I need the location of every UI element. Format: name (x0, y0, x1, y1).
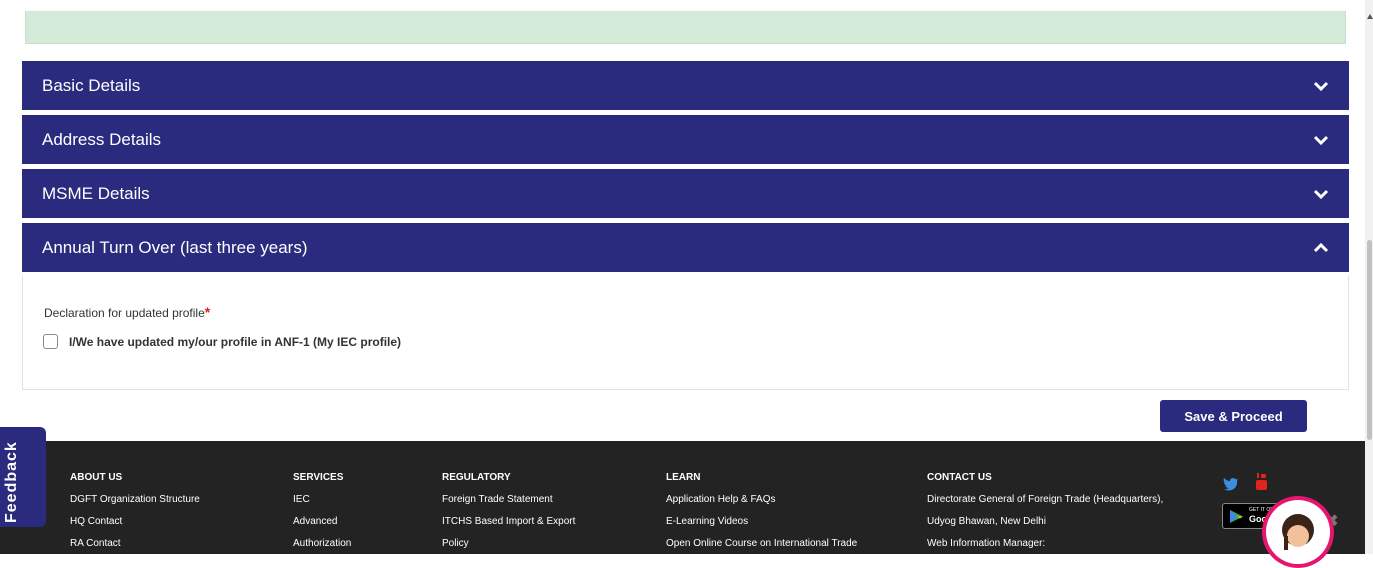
footer-col-contact: CONTACT US Directorate General of Foreig… (927, 472, 1163, 560)
footer-link[interactable]: IEC (293, 494, 351, 505)
assistant-avatar-icon (1266, 500, 1330, 564)
declaration-checkbox[interactable] (43, 334, 58, 349)
footer-col-regulatory: REGULATORY Foreign Trade Statement ITCHS… (442, 472, 575, 560)
youtube-icon[interactable] (1255, 473, 1267, 491)
site-footer: ABOUT US DGFT Organization Structure HQ … (0, 441, 1365, 554)
feedback-label: Feedback (3, 441, 20, 523)
accordion-title: Annual Turn Over (last three years) (42, 237, 308, 257)
footer-link[interactable]: Open Online Course on International Trad… (666, 538, 857, 549)
scrollbar-thumb[interactable] (1367, 240, 1372, 440)
footer-link[interactable]: E-Learning Videos (666, 516, 857, 527)
chevron-down-icon (1313, 189, 1329, 199)
required-mark: * (204, 304, 211, 320)
chevron-down-icon (1313, 135, 1329, 145)
annual-turnover-panel: Declaration for updated profile* I/We ha… (22, 276, 1349, 390)
footer-link[interactable]: RA Contact (70, 538, 200, 549)
twitter-icon[interactable] (1223, 477, 1239, 491)
footer-link[interactable]: Udyog Bhawan, New Delhi (927, 516, 1163, 527)
footer-heading: SERVICES (293, 472, 344, 483)
footer-heading: REGULATORY (442, 472, 511, 483)
declaration-label: Declaration for updated profile* (44, 304, 211, 320)
footer-link[interactable]: Application Help & FAQs (666, 494, 857, 505)
footer-heading: CONTACT US (927, 472, 992, 483)
accordion-title: Address Details (42, 129, 162, 149)
footer-link[interactable]: Policy (442, 538, 575, 549)
feedback-tab[interactable]: Feedback (0, 427, 46, 527)
footer-col-about: ABOUT US DGFT Organization Structure HQ … (70, 472, 200, 560)
footer-col-services: SERVICES IEC Advanced Authorization (293, 472, 351, 560)
accordion-msme-details[interactable]: MSME Details (22, 169, 1349, 218)
save-proceed-button[interactable]: Save & Proceed (1160, 400, 1307, 432)
footer-link[interactable]: Directorate General of Foreign Trade (He… (927, 494, 1163, 505)
accordion-basic-details[interactable]: Basic Details (22, 61, 1349, 110)
chatbot-avatar[interactable] (1262, 496, 1334, 568)
footer-heading: ABOUT US (70, 472, 123, 483)
footer-link[interactable]: Advanced (293, 516, 351, 527)
accordion-title: Basic Details (42, 75, 141, 95)
footer-link[interactable]: Foreign Trade Statement (442, 494, 575, 505)
footer-link[interactable]: Authorization (293, 538, 351, 549)
chevron-up-icon (1313, 242, 1329, 252)
play-store-icon (1230, 510, 1243, 523)
footer-link[interactable]: DGFT Organization Structure (70, 494, 200, 505)
accordion-title: MSME Details (42, 183, 150, 203)
chevron-down-icon (1313, 81, 1329, 91)
footer-link[interactable]: ITCHS Based Import & Export (442, 516, 575, 527)
footer-col-learn: LEARN Application Help & FAQs E-Learning… (666, 472, 857, 560)
declaration-checkbox-label[interactable]: I/We have updated my/our profile in ANF-… (69, 335, 401, 349)
footer-link[interactable]: HQ Contact (70, 516, 200, 527)
scroll-up-icon[interactable] (1367, 14, 1373, 19)
footer-heading: LEARN (666, 472, 701, 483)
top-strip (0, 0, 1373, 11)
accordion-address-details[interactable]: Address Details (22, 115, 1349, 164)
footer-link[interactable]: Web Information Manager: (927, 538, 1163, 549)
accordion-annual-turnover[interactable]: Annual Turn Over (last three years) (22, 223, 1349, 272)
declaration-checkbox-row[interactable]: I/We have updated my/our profile in ANF-… (43, 334, 401, 349)
